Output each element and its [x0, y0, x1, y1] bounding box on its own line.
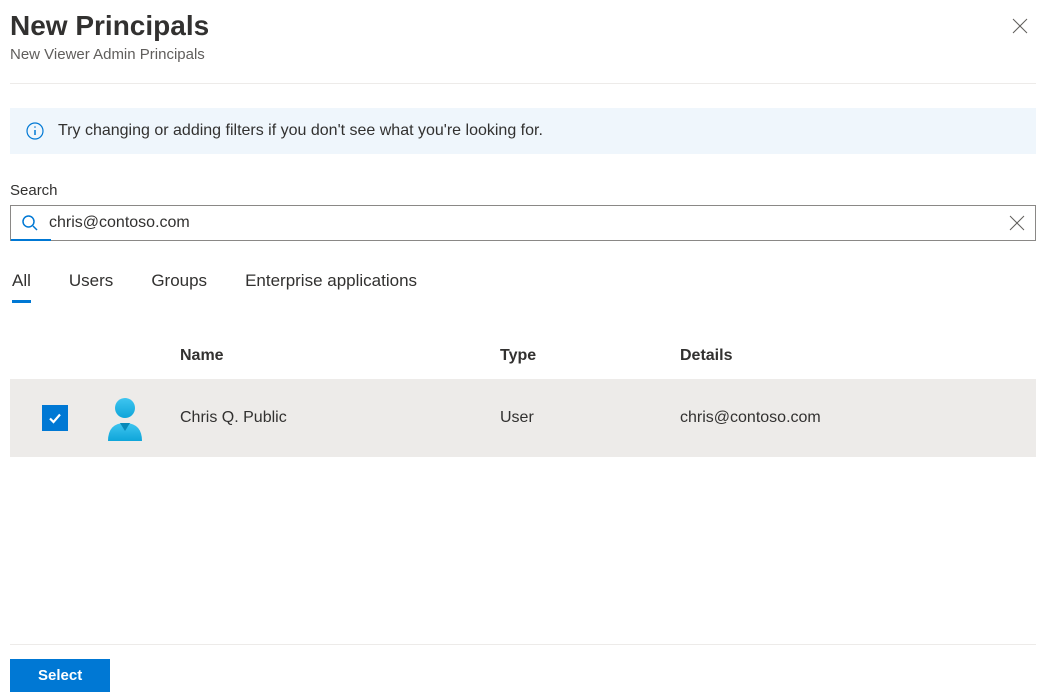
- row-type: User: [500, 409, 680, 427]
- select-button[interactable]: Select: [10, 659, 110, 692]
- page-title: New Principals: [10, 10, 1004, 42]
- info-banner: Try changing or adding filters if you do…: [10, 108, 1036, 154]
- results-table: Name Type Details: [10, 337, 1036, 457]
- clear-search-icon[interactable]: [1009, 215, 1025, 231]
- panel-header: New Principals New Viewer Admin Principa…: [10, 10, 1036, 84]
- page-subtitle: New Viewer Admin Principals: [10, 46, 1004, 63]
- search-input[interactable]: [49, 214, 1009, 232]
- tab-all[interactable]: All: [12, 271, 31, 299]
- row-details: chris@contoso.com: [680, 409, 1036, 427]
- search-section: Search: [10, 182, 1036, 241]
- column-header-name[interactable]: Name: [180, 347, 500, 365]
- tab-groups[interactable]: Groups: [151, 271, 207, 299]
- close-button[interactable]: [1004, 10, 1036, 42]
- search-focus-underline: [11, 239, 51, 241]
- row-checkbox[interactable]: [42, 405, 68, 431]
- tab-enterprise-applications[interactable]: Enterprise applications: [245, 271, 417, 299]
- row-name: Chris Q. Public: [180, 409, 500, 427]
- table-header-row: Name Type Details: [10, 337, 1036, 379]
- info-icon: [26, 122, 44, 140]
- info-message: Try changing or adding filters if you do…: [58, 122, 543, 140]
- panel-footer: Select: [10, 644, 1036, 692]
- filter-tabs: All Users Groups Enterprise applications: [10, 271, 1036, 299]
- user-avatar-icon: [100, 393, 150, 443]
- search-box[interactable]: [10, 205, 1036, 241]
- search-icon: [21, 214, 39, 232]
- column-header-type[interactable]: Type: [500, 347, 680, 365]
- checkmark-icon: [47, 410, 63, 426]
- tab-users[interactable]: Users: [69, 271, 113, 299]
- search-label: Search: [10, 182, 1036, 199]
- table-row[interactable]: Chris Q. Public User chris@contoso.com: [10, 379, 1036, 457]
- close-icon: [1012, 18, 1028, 34]
- column-header-details[interactable]: Details: [680, 347, 1036, 365]
